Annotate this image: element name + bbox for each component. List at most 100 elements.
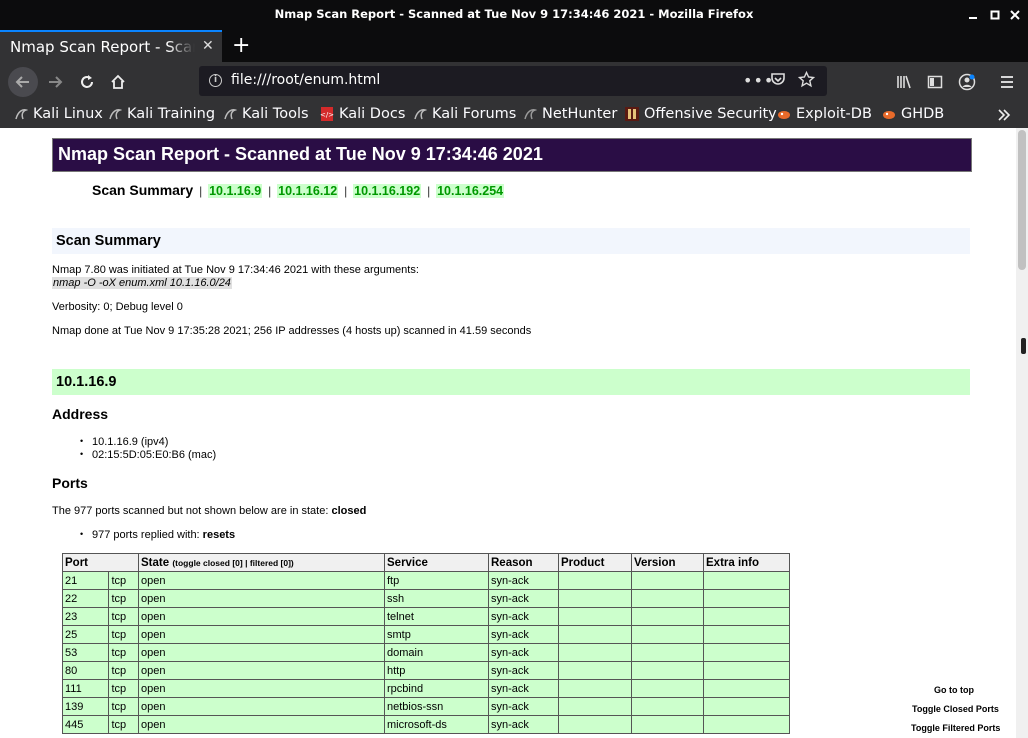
nav-toolbar: i file:///root/enum.html ••• [0, 62, 1028, 100]
library-icon[interactable] [892, 69, 918, 95]
replied-item: 977 ports replied with: resets [80, 529, 235, 541]
bookmark-kali-linux[interactable]: Kali Linux [14, 104, 103, 124]
reason-cell: syn-ack [488, 697, 559, 716]
back-arrow-icon [15, 76, 29, 88]
port-cell: 80 [61, 661, 110, 680]
table-row: 80 tcp open http syn-ack [61, 661, 790, 680]
bookmark-label: Kali Docs [339, 106, 406, 122]
protocol-cell: tcp [108, 589, 139, 608]
bookmark-kali-docs[interactable]: </> Kali Docs [320, 104, 405, 124]
ghdb-icon [883, 111, 895, 119]
address-item: 02:15:5D:05:E0:B6 (mac) [80, 449, 216, 461]
reload-icon [81, 75, 93, 88]
arguments-line: nmap -O -oX enum.xml 10.1.16.0/24 [52, 277, 232, 289]
bookmark-ghdb[interactable]: GHDB [882, 104, 944, 124]
bookmark-nethunter[interactable]: NetHunter [523, 104, 617, 124]
bookmark-label: Exploit-DB [796, 106, 872, 122]
done-text: Nmap done at Tue Nov 9 17:35:28 2021; 25… [52, 325, 532, 337]
extra-info-cell [703, 625, 790, 644]
table-row: 23 tcp open telnet syn-ack [61, 607, 790, 626]
reason-cell: syn-ack [488, 661, 559, 680]
service-cell: telnet [384, 607, 489, 626]
tab-nmap-report[interactable]: Nmap Scan Report - Scanned at Tue Nov 9 … [0, 30, 222, 62]
bookmark-kali-training[interactable]: Kali Training [108, 104, 215, 124]
bookmark-offensive-security[interactable]: Offensive Security [625, 104, 777, 124]
bookmark-label: Offensive Security [644, 106, 777, 122]
host-link[interactable]: 10.1.16.9 [208, 184, 263, 198]
reason-cell: syn-ack [488, 715, 559, 734]
ports-heading: Ports [52, 475, 88, 491]
col-port: Port [62, 553, 139, 572]
port-cell: 111 [61, 679, 110, 698]
extra-info-cell [703, 643, 790, 662]
initiated-text: Nmap 7.80 was initiated at Tue Nov 9 17:… [52, 264, 419, 276]
version-cell [631, 679, 704, 698]
state-cell: open [138, 589, 385, 608]
bookmark-kali-tools[interactable]: Kali Tools [223, 104, 309, 124]
bookmark-label: Kali Linux [33, 106, 103, 122]
minimize-icon[interactable] [966, 8, 980, 22]
tab-close-icon[interactable]: ✕ [202, 38, 214, 54]
host-link[interactable]: 10.1.16.254 [436, 184, 505, 198]
col-product: Product [558, 553, 632, 572]
bookmark-label: Kali Training [127, 106, 216, 122]
reload-button[interactable] [74, 69, 100, 95]
protocol-cell: tcp [108, 679, 139, 698]
table-row: 21 tcp open ftp syn-ack [61, 571, 790, 590]
col-service: Service [384, 553, 489, 572]
info-icon[interactable]: i [209, 74, 222, 87]
url-text[interactable]: file:///root/enum.html [231, 72, 380, 88]
bookmarks-overflow-icon[interactable] [997, 105, 1011, 125]
table-row: 53 tcp open domain syn-ack [61, 643, 790, 662]
extra-info-cell [703, 589, 790, 608]
host-link[interactable]: 10.1.16.12 [277, 184, 339, 198]
maximize-icon[interactable] [988, 8, 1002, 22]
home-button[interactable] [105, 69, 131, 95]
page-scrollbar[interactable] [1016, 128, 1028, 738]
go-to-top-link[interactable]: Go to top [934, 685, 974, 695]
bookmarks-toolbar: Kali Linux Kali Training Kali Tools </> … [0, 100, 1028, 128]
page-content: Nmap Scan Report - Scanned at Tue Nov 9 … [0, 128, 1016, 738]
scrollbar-thumb[interactable] [1018, 130, 1026, 270]
svg-text:</>: </> [320, 111, 334, 119]
col-reason: Reason [488, 553, 559, 572]
extra-info-cell [703, 607, 790, 626]
close-window-icon[interactable] [1008, 8, 1022, 22]
scan-summary-heading: Scan Summary [52, 228, 970, 254]
host-link[interactable]: 10.1.16.192 [353, 184, 422, 198]
host-heading: 10.1.16.9 [52, 369, 970, 395]
summary-label[interactable]: Scan Summary [92, 182, 193, 198]
port-cell: 139 [61, 697, 110, 716]
bookmark-exploit-db[interactable]: Exploit-DB [777, 104, 872, 124]
nethunter-icon [524, 109, 537, 120]
address-heading: Address [52, 406, 109, 422]
port-cell: 445 [61, 715, 110, 734]
kali-dragon-icon [15, 109, 28, 120]
scan-arguments: nmap -O -oX enum.xml 10.1.16.0/24 [52, 277, 232, 289]
new-tab-button[interactable]: + [232, 33, 250, 58]
scrollbar-side-handle[interactable] [1021, 338, 1026, 354]
offsec-icon [625, 107, 639, 121]
service-cell: rpcbind [384, 679, 489, 698]
toggle-filtered-link[interactable]: filtered [0] [250, 558, 291, 568]
product-cell [558, 697, 632, 716]
bookmark-star-icon[interactable] [797, 70, 816, 92]
back-button[interactable] [8, 67, 38, 97]
toggle-closed-link[interactable]: closed [0] [203, 558, 243, 568]
bookmark-kali-forums[interactable]: Kali Forums [413, 104, 516, 124]
protocol-cell: tcp [108, 571, 139, 590]
extra-info-cell [703, 715, 790, 734]
table-row: 25 tcp open smtp syn-ack [61, 625, 790, 644]
forward-button[interactable] [42, 69, 68, 95]
pocket-icon[interactable] [770, 71, 786, 91]
extra-info-cell [703, 697, 790, 716]
toggle-closed-ports-link[interactable]: Toggle Closed Ports [912, 704, 999, 714]
window-titlebar: Nmap Scan Report - Scanned at Tue Nov 9 … [0, 0, 1028, 30]
kali-dragon-icon [414, 109, 427, 120]
menu-icon[interactable] [994, 69, 1020, 95]
toggle-filtered-ports-link[interactable]: Toggle Filtered Ports [911, 723, 1000, 733]
url-bar[interactable]: i file:///root/enum.html ••• [199, 66, 827, 96]
account-icon[interactable] [954, 69, 980, 95]
bookmark-label: GHDB [901, 106, 945, 122]
sidebar-toggle-icon[interactable] [922, 69, 948, 95]
